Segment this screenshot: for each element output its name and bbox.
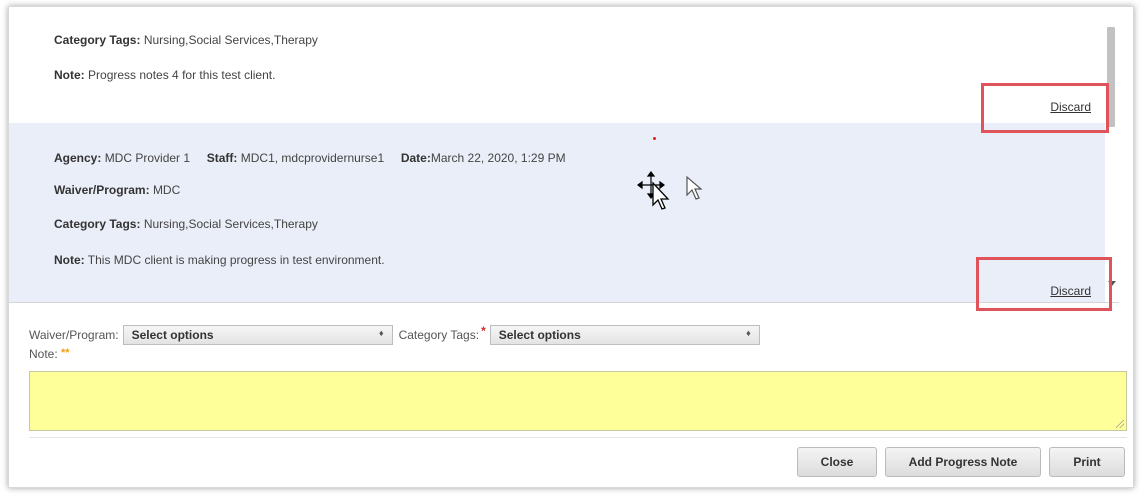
note-label: Note: (29, 347, 58, 361)
note-label-row: Note: ** (29, 347, 70, 361)
note-textarea[interactable] (29, 371, 1127, 431)
scroll-thumb[interactable] (1107, 27, 1115, 127)
program-label: Waiver/Program: (29, 328, 119, 342)
note-2-date-value: March 22, 2020, 1:29 PM (430, 151, 566, 165)
note-1-category-value: Nursing,Social Services,Therapy (143, 33, 318, 47)
progress-notes-dialog: Category Tags: Nursing,Social Services,T… (8, 6, 1134, 488)
note-2-category-line: Category Tags: Nursing,Social Services,T… (54, 217, 318, 231)
note-2-note-line: Note: This MDC client is making progress… (54, 253, 385, 267)
note-card-2: Agency: MDC Provider 1 Staff: MDC1, mdcp… (9, 123, 1107, 302)
note-2-program-value: MDC (152, 183, 181, 197)
print-button[interactable]: Print (1049, 447, 1125, 477)
note-1-note-label: Note: (54, 68, 85, 82)
note-2-category-value: Nursing,Social Services,Therapy (143, 217, 318, 231)
note-2-category-label: Category Tags: (54, 217, 141, 231)
note-2-discard-link[interactable]: Discard (1050, 284, 1091, 298)
note-2-program-line: Waiver/Program: MDC (54, 183, 180, 197)
category-select[interactable]: Select options ♦ (489, 325, 760, 345)
footer-divider (29, 437, 1127, 438)
notes-list[interactable]: Category Tags: Nursing,Social Services,T… (9, 7, 1119, 303)
note-2-staff-value: MDC1, mdcprovidernurse1 (240, 151, 385, 165)
note-2-agency-value: MDC Provider 1 (104, 151, 191, 165)
category-required-marker: * (481, 324, 486, 338)
notes-scrollbar[interactable] (1105, 7, 1119, 302)
red-dot-marker (653, 137, 656, 140)
note-2-staff-label: Staff: (206, 151, 238, 165)
note-2-note-label: Note: (54, 253, 85, 267)
resize-handle-icon[interactable] (1116, 420, 1124, 428)
note-2-program-label: Waiver/Program: (54, 183, 150, 197)
note-required-marker: ** (61, 347, 70, 359)
note-1-note-value: Progress notes 4 for this test client. (88, 68, 276, 82)
pointer-cursor-icon (686, 175, 703, 200)
scroll-down-icon[interactable] (1108, 281, 1116, 286)
filter-row: Waiver/Program: Select options ♦ Categor… (29, 324, 760, 345)
note-1-category-line: Category Tags: Nursing,Social Services,T… (54, 33, 318, 47)
category-select-value: Select options (498, 328, 581, 342)
note-2-meta-line: Agency: MDC Provider 1 Staff: MDC1, mdcp… (54, 151, 566, 165)
select-arrow-icon: ♦ (378, 328, 384, 338)
move-cursor-icon (637, 171, 670, 210)
note-card-1: Category Tags: Nursing,Social Services,T… (9, 7, 1107, 123)
note-2-date-label: Date: (400, 151, 431, 165)
note-1-note-line: Note: Progress notes 4 for this test cli… (54, 68, 275, 82)
note-2-agency-label: Agency: (54, 151, 102, 165)
close-button[interactable]: Close (797, 447, 877, 477)
program-select-value: Select options (131, 328, 214, 342)
note-1-category-label: Category Tags: (54, 33, 141, 47)
note-2-note-value: This MDC client is making progress in te… (87, 253, 385, 267)
category-label: Category Tags: (398, 328, 480, 342)
program-select[interactable]: Select options ♦ (122, 325, 393, 345)
note-1-discard-link[interactable]: Discard (1050, 100, 1091, 114)
select-arrow-icon: ♦ (746, 328, 751, 338)
add-progress-note-button[interactable]: Add Progress Note (885, 447, 1041, 477)
